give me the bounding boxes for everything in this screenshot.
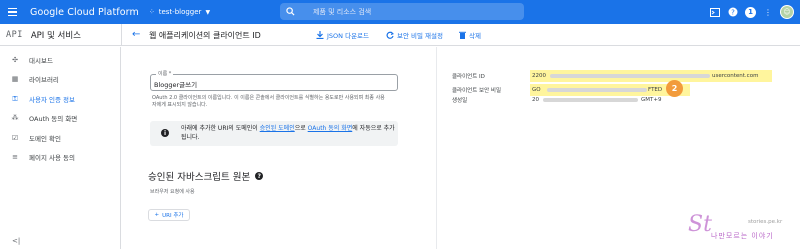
- chevron-down-icon: ▼: [205, 8, 211, 16]
- redacted-created-date: [543, 98, 638, 102]
- oauth-icon: ⁂: [11, 114, 19, 122]
- reset-secret-button[interactable]: 보안 비밀 재설정: [386, 30, 443, 40]
- top-app-bar: Google Cloud Platform ⁘ test-blogger ▼ ?…: [0, 0, 800, 24]
- sidebar-item-oauth-consent[interactable]: ⁂ OAuth 동의 화면: [0, 110, 121, 126]
- redacted-client-id: [550, 74, 710, 78]
- redacted-client-secret: [547, 88, 647, 92]
- sidebar-item-library[interactable]: ▦ 라이브러리: [0, 71, 121, 87]
- add-uri-button[interactable]: + URI 추가: [148, 209, 190, 221]
- settings-list-icon: ≡: [12, 153, 18, 161]
- watermark-logo: St: [688, 212, 712, 237]
- divider: [121, 24, 122, 46]
- step-number-badge: 2: [666, 80, 683, 97]
- project-selector[interactable]: ⁘ test-blogger ▼: [149, 5, 210, 20]
- client-id-prefix[interactable]: 2200: [532, 73, 546, 79]
- delete-button[interactable]: 삭제: [459, 30, 481, 40]
- collapse-sidebar-icon[interactable]: <|: [12, 237, 20, 245]
- dashboard-icon: ✣: [12, 56, 18, 64]
- sidebar: ✣ 대시보드 ▦ 라이브러리 ⚿ 사용자 인증 정보 ⁂ OAuth 동의 화면…: [0, 47, 121, 249]
- download-json-label: JSON 다운로드: [327, 32, 370, 40]
- name-field-label: 이름 *: [156, 70, 174, 77]
- sidebar-item-label: 라이브러리: [29, 76, 59, 84]
- sidebar-item-label: OAuth 동의 화면: [29, 115, 78, 123]
- back-arrow-icon[interactable]: ←: [132, 29, 140, 40]
- authorized-domains-link[interactable]: 승인된 도메인: [260, 125, 295, 132]
- refresh-icon: [386, 31, 394, 39]
- sidebar-item-dashboard[interactable]: ✣ 대시보드: [0, 52, 121, 68]
- add-uri-label: URI 추가: [162, 213, 184, 219]
- sidebar-item-label: 사용자 인증 정보: [29, 96, 75, 104]
- download-icon: [316, 31, 324, 39]
- watermark-name: 나만모르는 이야기: [711, 232, 774, 240]
- created-suffix: GMT+9: [641, 97, 662, 103]
- name-help-text: OAuth 2.0 클라이언트의 이름입니다. 이 이름은 콘솔에서 클라이언트…: [152, 95, 385, 108]
- divider: [436, 47, 437, 249]
- delete-label: 삭제: [469, 32, 481, 40]
- api-logo: API: [6, 29, 23, 40]
- hamburger-menu-icon[interactable]: [0, 0, 24, 24]
- info-note-text: 아래에 추가한 URI의 도메인이 승인된 도메인으로 OAuth 동의 화면에…: [181, 125, 396, 142]
- project-name: test-blogger: [158, 8, 202, 16]
- notifications-badge[interactable]: 1: [745, 6, 756, 18]
- sidebar-item-label: 도메인 확인: [29, 135, 61, 143]
- library-icon: ▦: [11, 75, 19, 83]
- help-icon[interactable]: ?: [727, 6, 739, 18]
- key-icon: ⚿: [12, 94, 18, 103]
- brand-title[interactable]: Google Cloud Platform: [30, 7, 139, 18]
- api-section-title: API 및 서비스: [30, 30, 81, 41]
- page-title: 웹 애플리케이션의 클라이언트 ID: [149, 31, 261, 40]
- client-secret-prefix[interactable]: GO: [532, 87, 541, 93]
- name-field-value[interactable]: Blogger글쓰기: [154, 79, 197, 89]
- client-id-suffix: usercontent.com: [712, 73, 759, 79]
- info-icon: i: [161, 129, 169, 137]
- avatar[interactable]: ☺: [780, 5, 794, 19]
- name-field[interactable]: 이름 * Blogger글쓰기: [150, 70, 398, 91]
- js-origins-subtitle: 브라우저 요청에 사용: [150, 189, 195, 195]
- svg-text:?: ?: [731, 9, 735, 17]
- sidebar-item-page-usage-agreement[interactable]: ≡ 페이지 사용 동의: [0, 149, 121, 165]
- client-secret-label: 클라이언트 보안 비밀: [452, 88, 502, 94]
- created-prefix: 20: [532, 97, 539, 103]
- sidebar-item-label: 페이지 사용 동의: [29, 154, 75, 162]
- sidebar-item-label: 대시보드: [29, 57, 53, 65]
- reset-secret-label: 보안 비밀 재설정: [397, 32, 443, 40]
- search-input[interactable]: [313, 7, 473, 16]
- info-note: i 아래에 추가한 URI의 도메인이 승인된 도메인으로 OAuth 동의 화…: [150, 121, 398, 146]
- search-bar[interactable]: [280, 3, 524, 20]
- watermark-url: stories.pe.kr: [748, 219, 783, 225]
- client-id-label: 클라이언트 ID: [452, 74, 485, 80]
- checkbox-icon: ☑: [11, 134, 19, 142]
- plus-icon: +: [154, 212, 160, 218]
- cloud-shell-icon[interactable]: [709, 6, 721, 18]
- sidebar-item-credentials[interactable]: ⚿ 사용자 인증 정보: [0, 91, 121, 107]
- download-json-button[interactable]: JSON 다운로드: [316, 30, 369, 40]
- more-vert-icon[interactable]: ⋮: [762, 6, 774, 18]
- trash-icon: [459, 31, 466, 39]
- js-origins-heading: 승인된 자바스크립트 원본 ?: [148, 169, 264, 183]
- sub-header: API API 및 서비스 ← 웹 애플리케이션의 클라이언트 ID JSON …: [0, 24, 800, 46]
- project-dots-icon: ⁘: [148, 8, 155, 16]
- js-origins-title: 승인된 자바스크립트 원본: [148, 172, 251, 183]
- oauth-consent-link[interactable]: OAuth 동의 화면: [308, 125, 353, 132]
- sidebar-item-domain-verification[interactable]: ☑ 도메인 확인: [0, 130, 121, 146]
- search-icon: [286, 7, 295, 16]
- help-circle-icon[interactable]: ?: [255, 172, 264, 180]
- note-middle: 으로: [294, 125, 308, 132]
- created-label: 생성일: [452, 98, 468, 104]
- note-prefix: 아래에 추가한 URI의 도메인이: [181, 125, 260, 132]
